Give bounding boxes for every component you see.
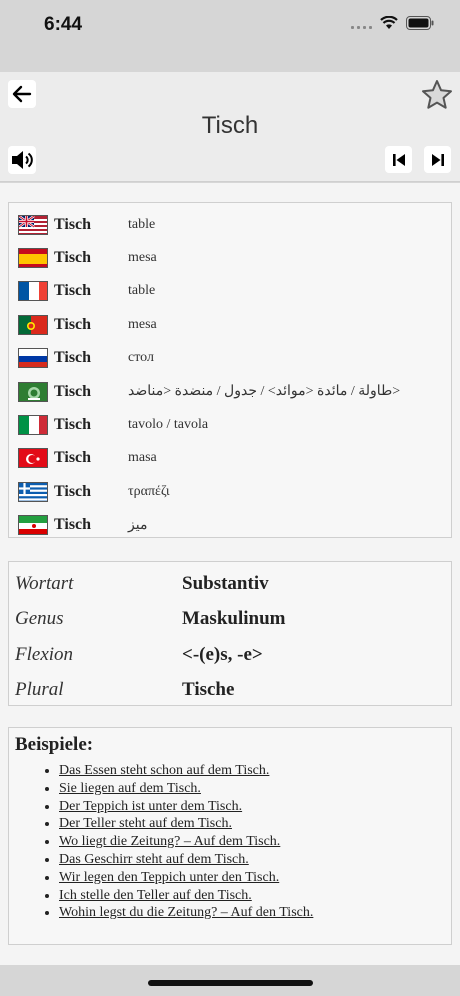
example-sentence[interactable]: Wo liegt die Zeitung? – Auf dem Tisch. bbox=[59, 833, 445, 851]
translation-text: mesa bbox=[128, 250, 157, 266]
home-indicator[interactable] bbox=[148, 980, 313, 986]
back-button[interactable] bbox=[8, 80, 36, 108]
grammar-label: Flexion bbox=[15, 643, 74, 665]
example-sentence[interactable]: Das Essen steht schon auf dem Tisch. bbox=[59, 762, 445, 780]
grammar-value: Maskulinum bbox=[182, 608, 286, 630]
translation-source-word: Tisch bbox=[54, 315, 92, 333]
translation-source-word: Tisch bbox=[54, 449, 92, 467]
translation-row-arabic: Tisch طاولة / مائدة <موائد> / جدول / منض… bbox=[9, 375, 451, 408]
grammar-value: <-(e)s, -e> bbox=[182, 643, 263, 665]
examples-list: Das Essen steht schon auf dem Tisch. Sie… bbox=[59, 762, 445, 922]
translation-source-word: Tisch bbox=[54, 382, 92, 400]
translation-row-greek: Tisch τραπέζι bbox=[9, 475, 451, 508]
translation-source-word: Tisch bbox=[54, 249, 92, 267]
status-bar: 6:44 bbox=[0, 0, 460, 72]
content-area: Tisch table Tisch mesa Tisch table Tisch… bbox=[0, 183, 460, 965]
translation-source-word: Tisch bbox=[54, 282, 92, 300]
wifi-icon bbox=[380, 16, 398, 29]
status-icons bbox=[351, 16, 434, 30]
example-sentence[interactable]: Der Teller steht auf dem Tisch. bbox=[59, 815, 445, 833]
translation-text: table bbox=[128, 283, 156, 299]
battery-icon bbox=[406, 16, 434, 30]
grammar-value: Substantiv bbox=[182, 572, 269, 594]
portugal-flag-icon bbox=[18, 314, 48, 335]
translation-text: τραπέζι bbox=[128, 483, 170, 499]
grammar-value: Tische bbox=[182, 679, 235, 701]
arabic-flag-icon bbox=[18, 381, 48, 402]
grammar-label: Wortart bbox=[15, 572, 74, 594]
russia-flag-icon bbox=[18, 348, 48, 369]
translation-source-word: Tisch bbox=[54, 416, 92, 434]
star-icon bbox=[422, 80, 452, 109]
grammar-row-plural: Plural Tische bbox=[15, 673, 451, 709]
example-sentence[interactable]: Wohin legst du die Zeitung? – Auf den Ti… bbox=[59, 904, 445, 922]
examples-panel: Beispiele: Das Essen steht schon auf dem… bbox=[8, 727, 452, 945]
examples-title: Beispiele: bbox=[15, 734, 94, 755]
translation-row-turkish: Tisch masa bbox=[9, 442, 451, 475]
translation-text: masa bbox=[128, 450, 157, 466]
signal-icon bbox=[351, 17, 372, 29]
turkey-flag-icon bbox=[18, 448, 48, 469]
translation-row-persian: Tisch میز bbox=[9, 509, 451, 542]
skip-previous-icon bbox=[392, 153, 405, 166]
translation-source-word: Tisch bbox=[54, 349, 92, 367]
example-sentence[interactable]: Ich stelle den Teller auf den Tisch. bbox=[59, 887, 445, 905]
iran-flag-icon bbox=[18, 515, 48, 536]
translation-source-word: Tisch bbox=[54, 516, 92, 534]
grammar-label: Plural bbox=[15, 679, 64, 701]
translation-text: tavolo / tavola bbox=[128, 417, 209, 433]
previous-word-button[interactable] bbox=[385, 146, 412, 173]
example-sentence[interactable]: Das Geschirr steht auf dem Tisch. bbox=[59, 851, 445, 869]
example-sentence[interactable]: Der Teppich ist unter dem Tisch. bbox=[59, 798, 445, 816]
translation-text: стол bbox=[128, 350, 154, 366]
translation-text: میز bbox=[128, 517, 148, 533]
translation-row-italian: Tisch tavolo / tavola bbox=[9, 408, 451, 441]
translation-row-portuguese: Tisch mesa bbox=[9, 308, 451, 341]
translation-text: table bbox=[128, 216, 156, 232]
grammar-label: Genus bbox=[15, 608, 64, 630]
grammar-row-wortart: Wortart Substantiv bbox=[15, 566, 451, 602]
greece-flag-icon bbox=[18, 481, 48, 502]
translation-text: mesa bbox=[128, 316, 157, 332]
page-title: Tisch bbox=[201, 112, 259, 139]
status-time: 6:44 bbox=[44, 14, 83, 35]
speaker-icon bbox=[12, 151, 33, 169]
translation-text: طاولة / مائدة <موائد> / جدول / منضدة <من… bbox=[128, 384, 401, 400]
italy-flag-icon bbox=[18, 415, 48, 436]
skip-next-icon bbox=[431, 153, 444, 166]
translation-source-word: Tisch bbox=[54, 482, 92, 500]
translations-panel: Tisch table Tisch mesa Tisch table Tisch… bbox=[8, 202, 452, 538]
next-word-button[interactable] bbox=[424, 146, 451, 173]
example-sentence[interactable]: Wir legen den Teppich unter den Tisch. bbox=[59, 869, 445, 887]
translation-source-word: Tisch bbox=[54, 215, 92, 233]
play-sound-button[interactable] bbox=[8, 146, 36, 174]
spain-flag-icon bbox=[18, 248, 48, 269]
france-flag-icon bbox=[18, 281, 48, 302]
translation-row-french: Tisch table bbox=[9, 275, 451, 308]
example-sentence[interactable]: Sie liegen auf dem Tisch. bbox=[59, 780, 445, 798]
translation-row-spanish: Tisch mesa bbox=[9, 241, 451, 274]
translation-row-english: Tisch table bbox=[9, 208, 451, 241]
uk-flag-icon bbox=[18, 214, 48, 235]
grammar-row-genus: Genus Maskulinum bbox=[15, 602, 451, 638]
translation-row-russian: Tisch стол bbox=[9, 342, 451, 375]
grammar-row-flexion: Flexion <-(e)s, -e> bbox=[15, 637, 451, 673]
grammar-panel: Wortart Substantiv Genus Maskulinum Flex… bbox=[8, 561, 452, 706]
header: Tisch bbox=[0, 72, 460, 182]
arrow-left-icon bbox=[12, 85, 32, 103]
favorite-button[interactable] bbox=[420, 78, 454, 112]
